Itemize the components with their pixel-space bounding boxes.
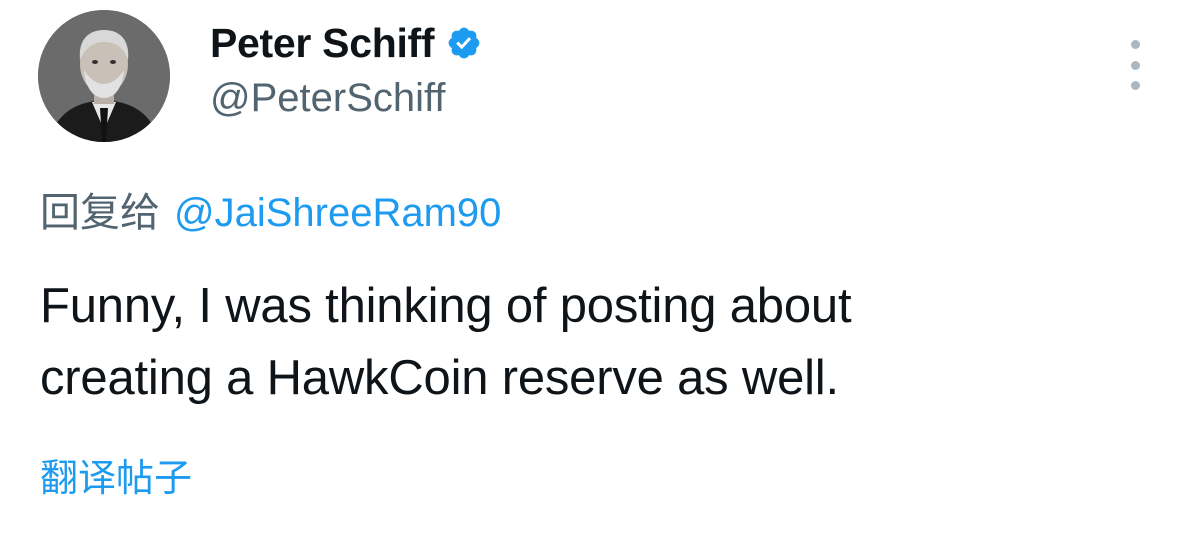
translate-post-link[interactable]: 翻译帖子 (40, 447, 192, 502)
reply-target-link[interactable]: @JaiShreeRam90 (174, 191, 501, 235)
more-dot (1130, 81, 1140, 90)
author-display-name[interactable]: Peter Schiff (210, 20, 435, 67)
more-vertical-icon[interactable] (1120, 40, 1150, 90)
author-handle[interactable]: @PeterSchiff (210, 76, 446, 121)
profile-photo (38, 10, 170, 142)
tweet-text: Funny, I was thinking of posting about c… (40, 270, 1140, 414)
avatar[interactable] (38, 10, 170, 142)
tweet-text-line: Funny, I was thinking of posting about (40, 279, 852, 333)
reply-context: 回复给 @JaiShreeRam90 (40, 180, 501, 238)
tweet-text-line: creating a HawkCoin reserve as well. (40, 351, 839, 405)
more-dot (1130, 60, 1140, 70)
author-name-row: Peter Schiff (210, 18, 482, 68)
more-dot (1130, 40, 1140, 49)
reply-prefix: 回复给 (40, 190, 160, 236)
verified-badge-icon (446, 25, 482, 61)
